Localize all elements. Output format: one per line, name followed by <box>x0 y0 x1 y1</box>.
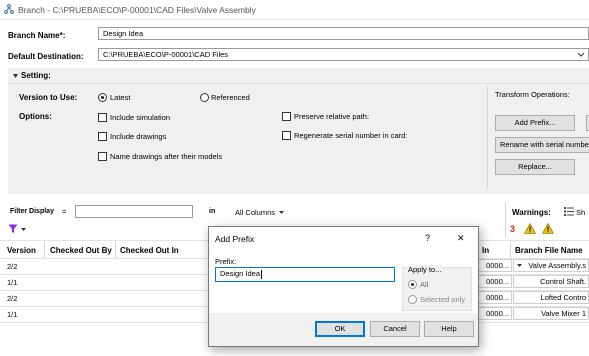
warning-icon[interactable] <box>524 223 536 234</box>
apply-selected-label: Selected only <box>420 295 466 304</box>
column-divider <box>115 241 116 259</box>
filter-equals-sign: = <box>62 207 67 216</box>
chevron-down-icon <box>21 228 26 231</box>
columns-dropdown[interactable]: All Columns <box>235 207 291 219</box>
include-drawings-checkbox[interactable] <box>98 132 107 141</box>
column-header-checked-out-by[interactable]: Checked Out By <box>50 246 112 255</box>
row-version: 2/2 <box>7 262 18 271</box>
add-prefix-button[interactable]: Add Prefix... <box>495 115 575 131</box>
row-branch-file-name[interactable]: Valve Mixer 1 <box>513 307 589 320</box>
expand-chevron-icon[interactable] <box>517 264 522 267</box>
text-cursor <box>261 269 263 279</box>
version-referenced-label: Referenced <box>211 93 250 102</box>
default-destination-label: Default Destination: <box>8 52 84 61</box>
column-divider <box>44 241 45 259</box>
branch-icon <box>4 4 14 14</box>
row-branch-file-name[interactable]: Valve Assembly.s <box>513 259 589 272</box>
help-button[interactable]: Help <box>424 321 474 337</box>
name-drawings-label: Name drawings after their models <box>110 152 223 161</box>
cancel-button[interactable]: Cancel <box>370 321 420 337</box>
title-bar: Branch - C:\PRUEBA\ECO\P-00001\CAD Files… <box>0 0 589 20</box>
chevron-down-icon <box>578 53 584 57</box>
prefix-label: Prefix: <box>215 257 237 266</box>
close-icon[interactable]: ✕ <box>457 233 465 244</box>
include-simulation-label: Include simulation <box>110 113 171 122</box>
apply-all-radio[interactable] <box>408 280 417 289</box>
preserve-relative-checkbox[interactable] <box>282 112 291 121</box>
panel-divider <box>487 86 488 188</box>
column-header-checked-out-in[interactable]: Checked Out In <box>120 246 179 255</box>
column-divider <box>510 241 511 259</box>
name-drawings-checkbox[interactable] <box>98 152 107 161</box>
list-view-icon[interactable] <box>564 207 574 216</box>
show-label[interactable]: Sh <box>576 208 585 217</box>
row-in-value: 0000... <box>478 275 512 288</box>
row-version: 2/2 <box>7 294 18 303</box>
column-header-version[interactable]: Version <box>7 246 36 255</box>
apply-to-group: Apply to... All Selected only <box>402 265 472 311</box>
default-destination-value: C:\PRUEBA\ECO\P-00001\CAD Files <box>103 50 229 59</box>
prefix-input[interactable]: Design Idea <box>215 267 395 282</box>
include-simulation-checkbox[interactable] <box>98 113 107 122</box>
warnings-count: 3 <box>510 224 516 234</box>
ok-button[interactable]: OK <box>315 321 365 337</box>
column-header-branch-file-name[interactable]: Branch File Name <box>515 246 583 255</box>
window-title: Branch - C:\PRUEBA\ECO\P-00001\CAD Files… <box>18 5 256 15</box>
dialog-title: Add Prefix <box>215 234 255 244</box>
row-in-value: 0000... <box>478 259 512 272</box>
warning-icon[interactable] <box>542 223 554 234</box>
include-drawings-label: Include drawings <box>110 132 167 141</box>
version-label: Version to Use: <box>19 93 78 102</box>
row-branch-file-name[interactable]: Lofted Contro <box>513 291 589 304</box>
default-destination-select[interactable]: C:\PRUEBA\ECO\P-00001\CAD Files <box>98 48 589 61</box>
row-in-value: 0000... <box>478 291 512 304</box>
chevron-down-icon <box>279 211 284 214</box>
warnings-label: Warnings: <box>512 208 551 217</box>
replace-button[interactable]: Replace... <box>495 159 575 175</box>
version-latest-label: Latest <box>110 93 131 102</box>
regenerate-serial-checkbox[interactable] <box>282 131 291 140</box>
setting-title: Setting: <box>21 71 51 80</box>
version-latest-radio[interactable] <box>98 93 107 102</box>
preserve-relative-label: Preserve relative path: <box>294 112 370 121</box>
branch-name-label: Branch Name*: <box>8 31 66 40</box>
branch-name-input[interactable]: Design Idea <box>98 27 589 40</box>
setting-header[interactable]: Setting: <box>8 68 589 84</box>
options-label: Options: <box>19 112 52 121</box>
apply-to-label: Apply to... <box>407 265 443 274</box>
filter-input[interactable] <box>75 205 193 218</box>
add-prefix-dialog: Add Prefix ? ✕ Prefix: Design Idea Apply… <box>208 226 479 347</box>
apply-selected-radio[interactable] <box>408 295 417 304</box>
apply-all-label: All <box>420 280 429 289</box>
row-version: 1/1 <box>7 310 18 319</box>
regenerate-serial-label: Regenerate serial number in card: <box>294 131 408 140</box>
version-referenced-radio[interactable] <box>200 93 209 102</box>
warnings-divider <box>505 202 506 238</box>
row-version: 1/1 <box>7 278 18 287</box>
help-icon[interactable]: ? <box>425 233 430 243</box>
row-branch-file-name[interactable]: Control Shaft. <box>513 275 589 288</box>
prefix-input-value: Design Idea <box>220 269 261 278</box>
funnel-icon[interactable] <box>8 224 18 234</box>
filter-in-label: in <box>209 208 216 215</box>
row-branch-file-name-text: Valve Assembly.s <box>528 261 586 270</box>
row-in-value: 0000... <box>478 307 512 320</box>
dialog-footer: OK Cancel Help <box>209 313 478 346</box>
filter-display-label: Filter Display <box>10 208 54 215</box>
column-header-in[interactable]: In <box>482 246 489 255</box>
collapse-chevron-icon <box>13 74 18 78</box>
columns-dropdown-value: All Columns <box>235 208 276 217</box>
transform-operations-label: Transform Operations: <box>495 90 570 99</box>
rename-serial-button[interactable]: Rename with serial number <box>495 137 589 153</box>
